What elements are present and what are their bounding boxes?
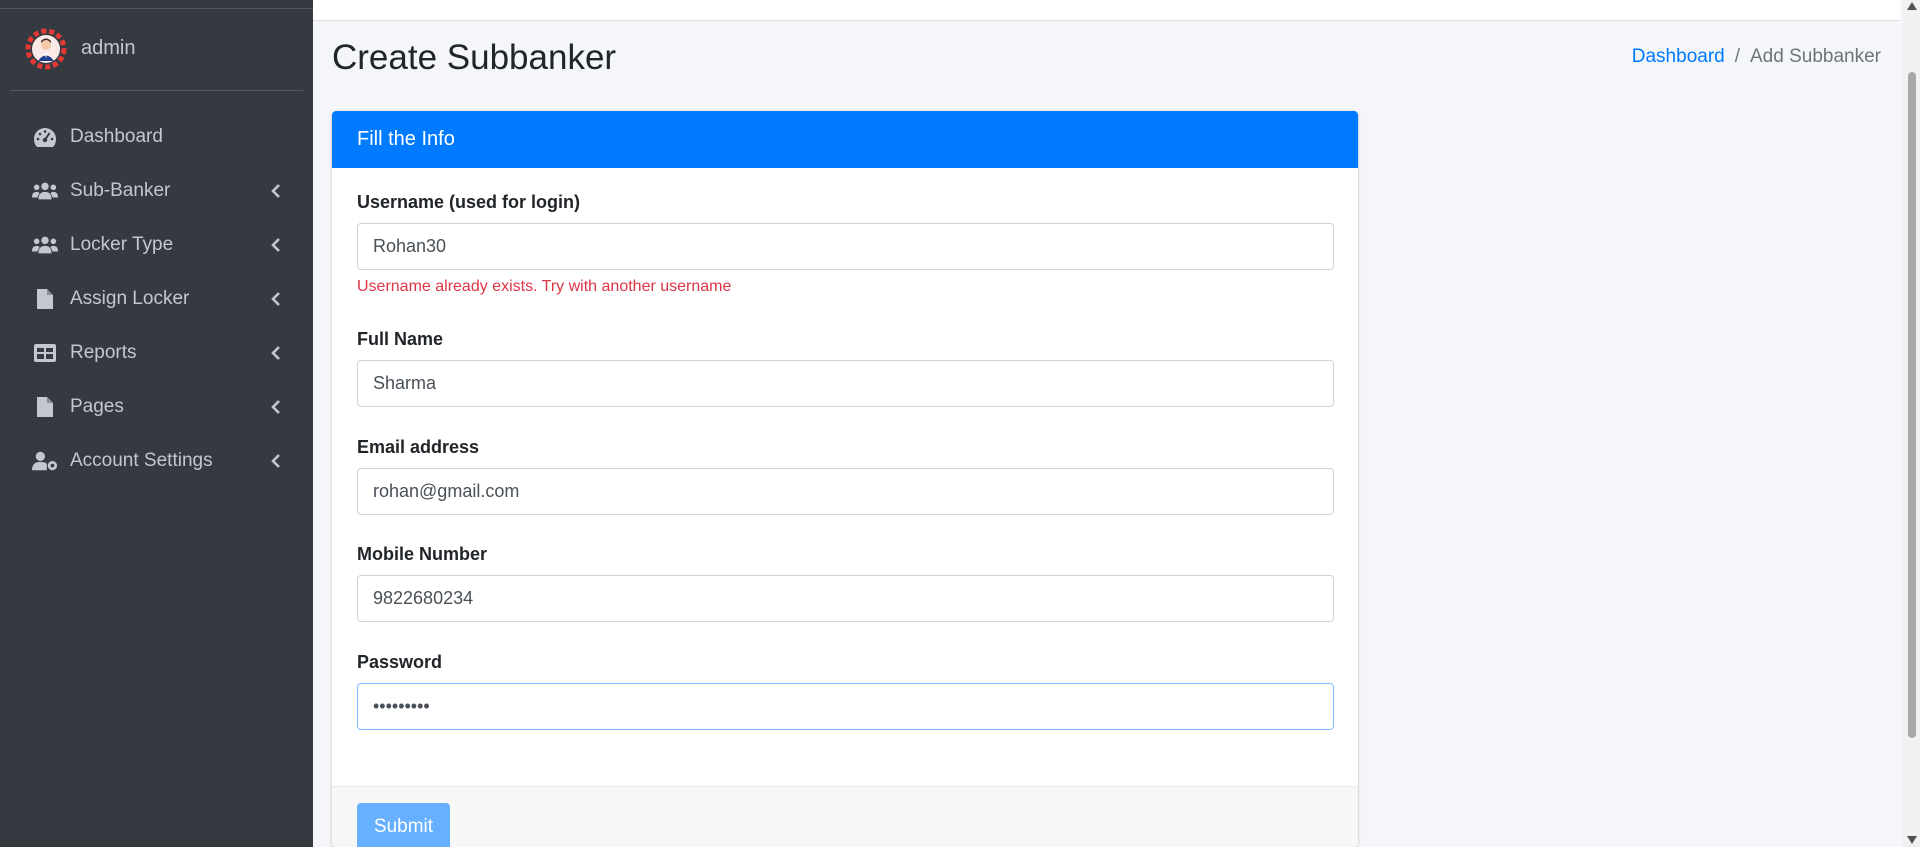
chevron-left-icon	[271, 238, 280, 252]
password-label: Password	[357, 652, 443, 672]
mobile-group: Mobile Number	[357, 544, 1334, 622]
sidebar-item-pages[interactable]: Pages	[0, 380, 313, 434]
chevron-left-icon	[271, 454, 280, 468]
sidebar-item-label: Dashboard	[70, 126, 163, 147]
user-name[interactable]: admin	[81, 37, 135, 60]
tachometer-icon	[32, 126, 58, 148]
sidebar-item-dashboard[interactable]: Dashboard	[0, 110, 313, 164]
username-input[interactable]	[357, 223, 1334, 270]
sidebar-item-account-settings[interactable]: Account Settings	[0, 434, 313, 488]
chevron-left-icon	[271, 346, 280, 360]
card-title: Fill the Info	[332, 111, 1358, 168]
username-error: Username already exists. Try with anothe…	[357, 278, 732, 295]
mobile-input[interactable]	[357, 575, 1334, 622]
scroll-up-arrow-icon[interactable]	[1907, 2, 1917, 10]
sidebar-item-sub-banker[interactable]: Sub-Banker	[0, 164, 313, 218]
scrollbar-thumb[interactable]	[1908, 72, 1916, 738]
top-navbar	[313, 0, 1900, 21]
fullname-label: Full Name	[357, 329, 444, 349]
sidebar-item-assign-locker[interactable]: Assign Locker	[0, 272, 313, 326]
card-footer: Submit	[332, 786, 1358, 847]
chevron-left-icon	[271, 400, 280, 414]
sidebar-item-reports[interactable]: Reports	[0, 326, 313, 380]
vertical-scrollbar[interactable]	[1903, 0, 1920, 847]
password-input[interactable]	[357, 683, 1334, 730]
breadcrumb-dashboard-link[interactable]: Dashboard	[1632, 46, 1725, 68]
email-input[interactable]	[357, 468, 1334, 515]
file-icon	[32, 288, 58, 310]
sidebar-item-label: Reports	[70, 342, 137, 363]
chevron-left-icon	[271, 184, 280, 198]
username-label: Username (used for login)	[357, 192, 581, 212]
file-icon	[32, 396, 58, 418]
sidebar-item-label: Pages	[70, 396, 124, 417]
password-group: Password	[357, 652, 1334, 730]
username-group: Username (used for login) Username alrea…	[357, 192, 1334, 295]
chevron-left-icon	[271, 292, 280, 306]
mobile-label: Mobile Number	[357, 544, 488, 564]
sidebar: admin Dashboard Sub-Banker Locker Type A…	[0, 0, 313, 847]
sidebar-brand-divider	[0, 0, 313, 9]
sidebar-item-locker-type[interactable]: Locker Type	[0, 218, 313, 272]
form-card: Fill the Info Username (used for login) …	[332, 111, 1358, 847]
users-icon	[32, 234, 58, 256]
page-title: Create Subbanker	[332, 38, 617, 77]
breadcrumb-separator: /	[1734, 46, 1740, 67]
fullname-input[interactable]	[357, 360, 1334, 407]
scroll-down-arrow-icon[interactable]	[1907, 836, 1917, 844]
users-icon	[32, 180, 58, 202]
sidebar-item-label: Sub-Banker	[70, 180, 171, 201]
user-cog-icon	[32, 450, 58, 472]
sidebar-item-label: Assign Locker	[70, 288, 190, 309]
sidebar-item-label: Locker Type	[70, 234, 174, 255]
avatar[interactable]	[25, 28, 67, 70]
sidebar-nav: Dashboard Sub-Banker Locker Type Assign …	[0, 110, 313, 488]
sidebar-item-label: Account Settings	[70, 450, 213, 471]
email-label: Email address	[357, 437, 480, 457]
breadcrumb-current: Add Subbanker	[1750, 46, 1881, 67]
email-group: Email address	[357, 437, 1334, 515]
fullname-group: Full Name	[357, 329, 1334, 407]
submit-button[interactable]: Submit	[357, 803, 450, 847]
table-icon	[32, 342, 58, 364]
breadcrumb: Dashboard / Add Subbanker	[1632, 46, 1881, 68]
user-panel[interactable]: admin	[10, 20, 303, 91]
